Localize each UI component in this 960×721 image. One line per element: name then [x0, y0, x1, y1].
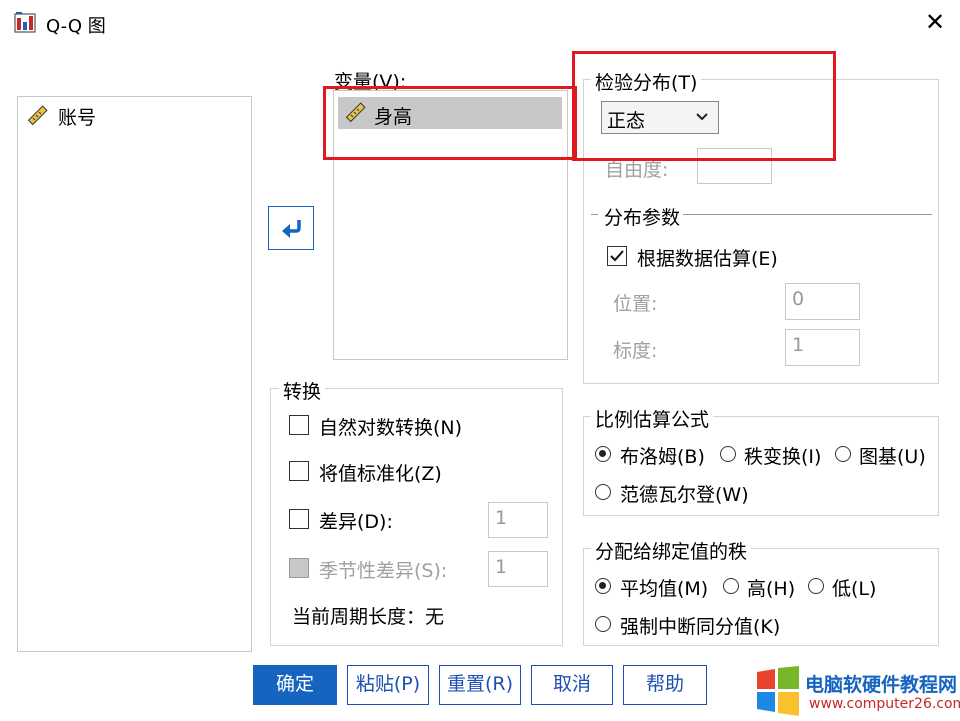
cancel-button[interactable]: 取消: [531, 665, 613, 705]
rankit-label[interactable]: 秩变换(I): [744, 442, 821, 469]
rankit-radio[interactable]: [720, 446, 736, 462]
van-der-waerden-radio[interactable]: [595, 484, 611, 500]
van-der-waerden-label[interactable]: 范德瓦尔登(W): [620, 480, 749, 507]
period-length-text: 当前周期长度：无: [292, 606, 445, 628]
location-input: 0: [785, 283, 860, 320]
scale-input: 1: [785, 329, 860, 366]
blom-label[interactable]: 布洛姆(B): [620, 442, 705, 469]
low-radio[interactable]: [808, 578, 824, 594]
window-title: Q-Q 图: [46, 16, 106, 37]
seasonal-input: 1: [488, 551, 548, 587]
paste-button[interactable]: 粘贴(P): [347, 665, 429, 705]
estimate-checkbox[interactable]: [607, 246, 627, 266]
scale-label: 标度:: [613, 340, 658, 362]
natural-log-checkbox[interactable]: [289, 415, 309, 435]
source-variable-list[interactable]: 账号: [17, 96, 252, 652]
ok-button[interactable]: 确定: [253, 665, 337, 705]
check-icon: [610, 250, 624, 262]
highlight-box-test-distribution: [572, 51, 836, 161]
windows-logo-icon: [757, 666, 799, 716]
mean-radio[interactable]: [595, 578, 611, 594]
break-ties-label[interactable]: 强制中断同分值(K): [620, 612, 780, 639]
natural-log-label[interactable]: 自然对数转换(N): [319, 413, 462, 440]
location-label: 位置:: [613, 293, 658, 315]
mean-label[interactable]: 平均值(M): [620, 574, 708, 601]
transform-group-title: 转换: [279, 377, 326, 404]
seasonal-label: 季节性差异(S):: [319, 560, 448, 582]
ties-title: 分配给绑定值的秩: [591, 537, 752, 564]
difference-checkbox[interactable]: [289, 509, 309, 529]
high-label[interactable]: 高(H): [747, 574, 795, 601]
params-title: 分布参数: [604, 207, 681, 229]
break-ties-radio[interactable]: [595, 616, 611, 632]
low-label[interactable]: 低(L): [832, 574, 876, 601]
params-divider-right: [683, 214, 932, 215]
title-bar: Q-Q 图 ✕: [0, 0, 960, 46]
ruler-icon: [27, 105, 48, 126]
proportion-title: 比例估算公式: [591, 405, 714, 432]
seasonal-checkbox: [289, 558, 309, 578]
highlight-box-variables: [323, 86, 577, 160]
close-icon[interactable]: ✕: [920, 10, 950, 34]
estimate-label[interactable]: 根据数据估算(E): [637, 244, 778, 271]
watermark-title: 电脑软硬件教程网: [805, 674, 958, 696]
params-divider-left: [591, 214, 598, 215]
list-item[interactable]: 账号: [26, 103, 226, 129]
difference-input[interactable]: 1: [488, 502, 548, 538]
return-arrow-icon: [282, 220, 301, 238]
tukey-radio[interactable]: [835, 446, 851, 462]
standardize-checkbox[interactable]: [289, 461, 309, 481]
help-button[interactable]: 帮助: [623, 665, 707, 705]
list-item-label: 账号: [58, 107, 97, 129]
watermark: 电脑软硬件教程网 www.computer26.com: [755, 664, 960, 721]
move-variable-button[interactable]: [268, 206, 314, 250]
reset-button[interactable]: 重置(R): [439, 665, 521, 705]
blom-radio[interactable]: [595, 446, 611, 462]
standardize-label[interactable]: 将值标准化(Z): [319, 459, 442, 486]
difference-label[interactable]: 差异(D):: [319, 507, 393, 534]
watermark-url: www.computer26.com: [809, 696, 960, 712]
high-radio[interactable]: [723, 578, 739, 594]
tukey-label[interactable]: 图基(U): [859, 442, 926, 469]
app-icon: [14, 12, 36, 33]
